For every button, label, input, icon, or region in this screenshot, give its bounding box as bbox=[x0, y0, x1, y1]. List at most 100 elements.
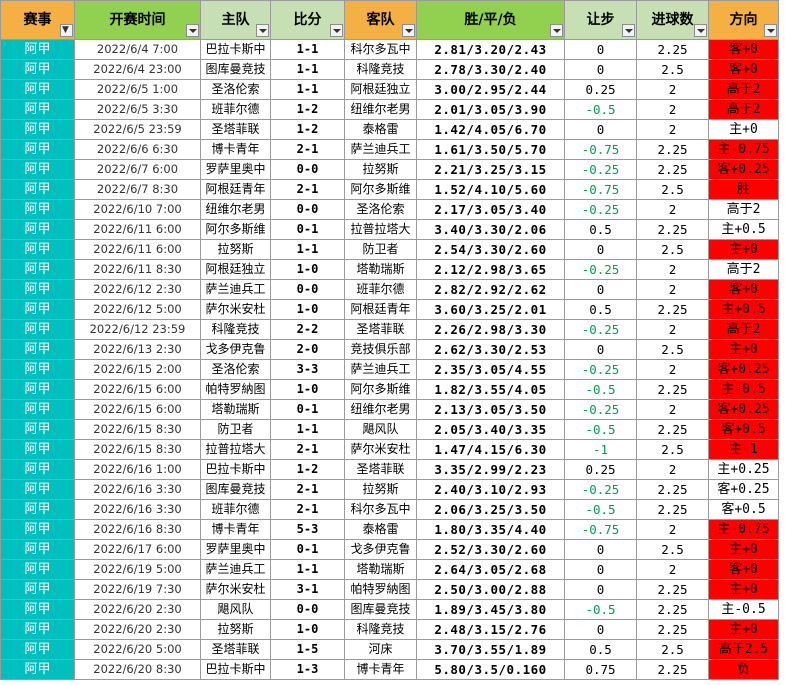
cell-odds[interactable]: 2.12/2.98/3.65 bbox=[416, 259, 565, 280]
cell-handicap[interactable]: -0.5 bbox=[564, 419, 637, 440]
cell-kickoff-time[interactable]: 2022/6/7 6:00 bbox=[74, 159, 201, 180]
cell-home-team[interactable]: 帕特罗納图 bbox=[200, 379, 271, 400]
cell-direction[interactable]: 客+0.25 bbox=[708, 399, 779, 420]
filter-dropdown-icon[interactable] bbox=[402, 24, 415, 37]
cell-goals[interactable]: 2.25 bbox=[636, 599, 709, 620]
cell-odds[interactable]: 1.82/3.55/4.05 bbox=[416, 379, 565, 400]
cell-home-team[interactable]: 萨兰迪兵工 bbox=[200, 559, 271, 580]
cell-handicap[interactable]: -1 bbox=[564, 439, 637, 460]
filter-dropdown-icon[interactable] bbox=[622, 24, 635, 37]
cell-league[interactable]: 阿甲 bbox=[0, 559, 75, 580]
cell-score[interactable]: 1-1 bbox=[270, 419, 345, 440]
cell-direction[interactable]: 主-1 bbox=[708, 439, 779, 460]
cell-score[interactable]: 1-0 bbox=[270, 379, 345, 400]
cell-odds[interactable]: 1.47/4.15/6.30 bbox=[416, 439, 565, 460]
cell-league[interactable]: 阿甲 bbox=[0, 259, 75, 280]
cell-league[interactable]: 阿甲 bbox=[0, 219, 75, 240]
cell-away-team[interactable]: 科隆竞技 bbox=[344, 619, 417, 640]
cell-away-team[interactable]: 拉努斯 bbox=[344, 159, 417, 180]
cell-direction[interactable]: 高于2 bbox=[708, 99, 779, 120]
cell-kickoff-time[interactable]: 2022/6/16 3:30 bbox=[74, 499, 201, 520]
cell-score[interactable]: 3-3 bbox=[270, 359, 345, 380]
cell-kickoff-time[interactable]: 2022/6/15 6:00 bbox=[74, 399, 201, 420]
cell-odds[interactable]: 3.40/3.30/2.06 bbox=[416, 219, 565, 240]
cell-score[interactable]: 3-1 bbox=[270, 579, 345, 600]
cell-handicap[interactable]: -0.75 bbox=[564, 519, 637, 540]
cell-home-team[interactable]: 拉努斯 bbox=[200, 239, 271, 260]
cell-odds[interactable]: 2.52/3.30/2.60 bbox=[416, 539, 565, 560]
cell-direction[interactable]: 高于2 bbox=[708, 259, 779, 280]
cell-away-team[interactable]: 阿尔多斯维 bbox=[344, 179, 417, 200]
cell-kickoff-time[interactable]: 2022/6/11 6:00 bbox=[74, 219, 201, 240]
cell-score[interactable]: 0-1 bbox=[270, 399, 345, 420]
cell-league[interactable]: 阿甲 bbox=[0, 79, 75, 100]
cell-goals[interactable]: 2 bbox=[636, 519, 709, 540]
cell-kickoff-time[interactable]: 2022/6/10 7:00 bbox=[74, 199, 201, 220]
cell-direction[interactable]: 主+0.25 bbox=[708, 459, 779, 480]
cell-league[interactable]: 阿甲 bbox=[0, 339, 75, 360]
filter-dropdown-icon[interactable] bbox=[186, 24, 199, 37]
cell-home-team[interactable]: 巴拉卡斯中 bbox=[200, 659, 271, 680]
cell-league[interactable]: 阿甲 bbox=[0, 279, 75, 300]
cell-odds[interactable]: 3.70/3.55/1.89 bbox=[416, 639, 565, 660]
cell-score[interactable]: 1-0 bbox=[270, 259, 345, 280]
cell-odds[interactable]: 2.06/3.25/3.50 bbox=[416, 499, 565, 520]
cell-handicap[interactable]: 0 bbox=[564, 559, 637, 580]
cell-direction[interactable]: 客+0 bbox=[708, 39, 779, 60]
cell-score[interactable]: 1-0 bbox=[270, 619, 345, 640]
cell-goals[interactable]: 2.25 bbox=[636, 219, 709, 240]
cell-home-team[interactable]: 飓风队 bbox=[200, 599, 271, 620]
cell-home-team[interactable]: 阿根廷独立 bbox=[200, 259, 271, 280]
cell-league[interactable]: 阿甲 bbox=[0, 139, 75, 160]
cell-goals[interactable]: 2 bbox=[636, 559, 709, 580]
cell-kickoff-time[interactable]: 2022/6/20 2:30 bbox=[74, 599, 201, 620]
cell-handicap[interactable]: -0.25 bbox=[564, 319, 637, 340]
cell-direction[interactable]: 主-0.75 bbox=[708, 519, 779, 540]
cell-score[interactable]: 2-1 bbox=[270, 139, 345, 160]
cell-home-team[interactable]: 圣洛伦索 bbox=[200, 359, 271, 380]
cell-score[interactable]: 1-2 bbox=[270, 119, 345, 140]
cell-score[interactable]: 2-1 bbox=[270, 499, 345, 520]
cell-direction[interactable]: 主+0 bbox=[708, 119, 779, 140]
cell-league[interactable]: 阿甲 bbox=[0, 459, 75, 480]
filter-dropdown-icon[interactable] bbox=[694, 24, 707, 37]
cell-handicap[interactable]: -0.5 bbox=[564, 599, 637, 620]
filter-dropdown-icon[interactable] bbox=[764, 24, 777, 37]
cell-league[interactable]: 阿甲 bbox=[0, 479, 75, 500]
cell-score[interactable]: 2-1 bbox=[270, 439, 345, 460]
cell-league[interactable]: 阿甲 bbox=[0, 239, 75, 260]
cell-away-team[interactable]: 博卡青年 bbox=[344, 659, 417, 680]
cell-direction[interactable]: 主+0 bbox=[708, 579, 779, 600]
cell-handicap[interactable]: 0 bbox=[564, 579, 637, 600]
cell-score[interactable]: 0-0 bbox=[270, 279, 345, 300]
cell-score[interactable]: 1-0 bbox=[270, 299, 345, 320]
cell-score[interactable]: 1-2 bbox=[270, 99, 345, 120]
filter-active-icon[interactable]: ▼ bbox=[60, 24, 73, 37]
cell-odds[interactable]: 2.21/3.25/3.15 bbox=[416, 159, 565, 180]
cell-kickoff-time[interactable]: 2022/6/13 2:30 bbox=[74, 339, 201, 360]
cell-league[interactable]: 阿甲 bbox=[0, 579, 75, 600]
cell-direction[interactable]: 客+0.5 bbox=[708, 499, 779, 520]
cell-direction[interactable]: 高于2.5 bbox=[708, 639, 779, 660]
cell-kickoff-time[interactable]: 2022/6/19 7:30 bbox=[74, 579, 201, 600]
cell-goals[interactable]: 2 bbox=[636, 259, 709, 280]
cell-home-team[interactable]: 罗萨里奥中 bbox=[200, 159, 271, 180]
cell-goals[interactable]: 2.5 bbox=[636, 179, 709, 200]
cell-score[interactable]: 0-1 bbox=[270, 539, 345, 560]
cell-away-team[interactable]: 泰格雷 bbox=[344, 519, 417, 540]
cell-kickoff-time[interactable]: 2022/6/15 2:00 bbox=[74, 359, 201, 380]
cell-odds[interactable]: 1.52/4.10/5.60 bbox=[416, 179, 565, 200]
cell-kickoff-time[interactable]: 2022/6/4 7:00 bbox=[74, 39, 201, 60]
cell-home-team[interactable]: 萨兰迪兵工 bbox=[200, 279, 271, 300]
cell-score[interactable]: 5-3 bbox=[270, 519, 345, 540]
cell-league[interactable]: 阿甲 bbox=[0, 519, 75, 540]
cell-direction[interactable]: 负 bbox=[708, 659, 779, 680]
cell-handicap[interactable]: 0.25 bbox=[564, 459, 637, 480]
cell-score[interactable]: 1-2 bbox=[270, 459, 345, 480]
cell-score[interactable]: 2-2 bbox=[270, 319, 345, 340]
cell-kickoff-time[interactable]: 2022/6/17 6:00 bbox=[74, 539, 201, 560]
cell-away-team[interactable]: 飓风队 bbox=[344, 419, 417, 440]
cell-league[interactable]: 阿甲 bbox=[0, 319, 75, 340]
cell-kickoff-time[interactable]: 2022/6/15 6:00 bbox=[74, 379, 201, 400]
cell-away-team[interactable]: 纽维尔老男 bbox=[344, 99, 417, 120]
